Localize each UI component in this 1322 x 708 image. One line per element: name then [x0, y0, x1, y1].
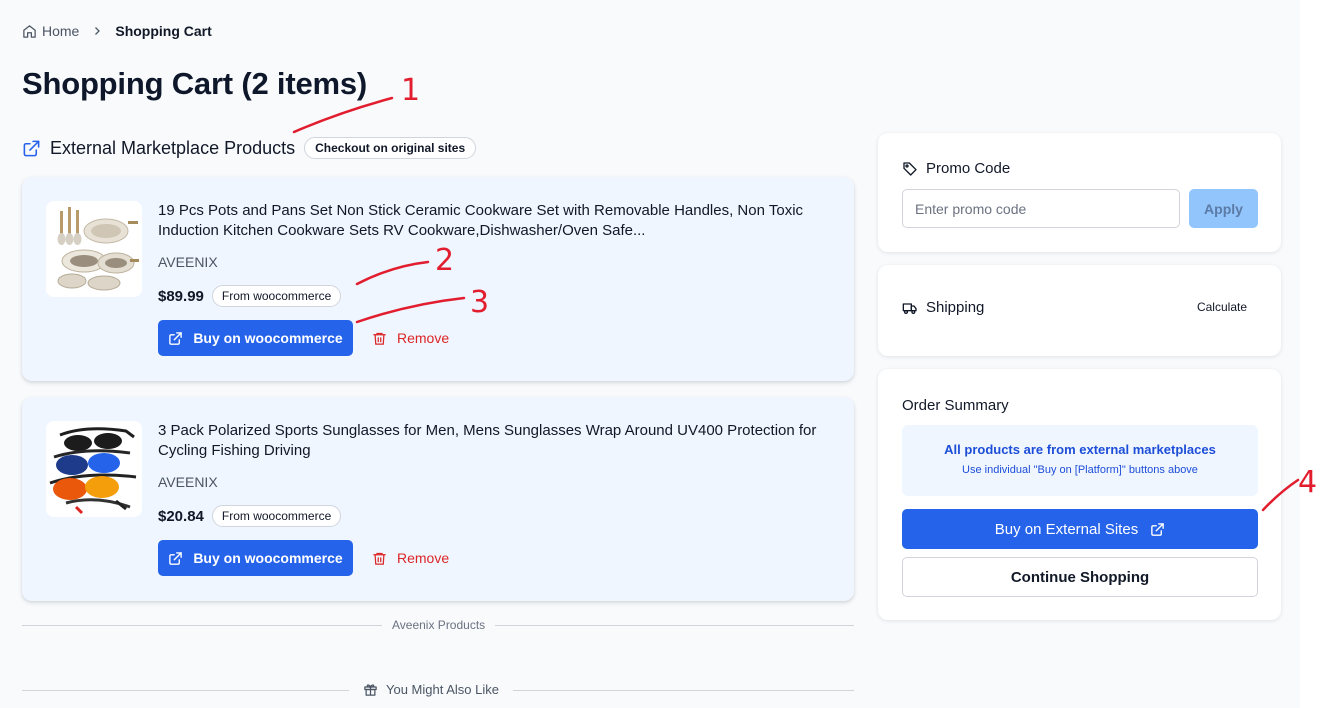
- price-row: $89.99 From woocommerce: [158, 285, 342, 307]
- tag-icon: [903, 161, 917, 176]
- cart-item: 3 Pack Polarized Sports Sunglasses for M…: [22, 397, 854, 601]
- remove-label: Remove: [397, 550, 450, 566]
- notice-subtitle: Use individual "Buy on [Platform]" butto…: [962, 464, 1198, 476]
- product-brand: AVEENIX: [158, 474, 218, 490]
- buy-on-platform-button[interactable]: Buy on woocommerce: [158, 320, 353, 356]
- price-row: $20.84 From woocommerce: [158, 505, 342, 527]
- cart-item: 19 Pcs Pots and Pans Set Non Stick Ceram…: [22, 177, 854, 381]
- remove-label: Remove: [397, 330, 450, 346]
- shipping-panel: Shipping Calculate: [878, 265, 1281, 356]
- trash-icon: [373, 552, 386, 565]
- trash-icon: [373, 332, 386, 345]
- calculate-shipping-button[interactable]: Calculate: [1197, 300, 1247, 314]
- promo-code-title: Promo Code: [926, 160, 1011, 177]
- external-link-icon: [1151, 522, 1165, 536]
- external-link-icon: [169, 331, 183, 345]
- external-link-icon: [169, 551, 183, 565]
- breadcrumb-home-label: Home: [42, 23, 80, 39]
- remove-button[interactable]: Remove: [372, 540, 449, 576]
- product-price: $89.99: [158, 287, 204, 305]
- product-image-cookware: [46, 201, 142, 297]
- promo-code-input[interactable]: [902, 189, 1180, 228]
- gift-icon: [364, 684, 377, 696]
- apply-button[interactable]: Apply: [1189, 189, 1258, 228]
- buy-external-label: Buy on External Sites: [994, 520, 1139, 538]
- notice-title: All products are from external marketpla…: [944, 442, 1216, 457]
- page-edge: [1300, 0, 1322, 708]
- aveenix-products-label: Aveenix Products: [382, 618, 496, 632]
- buy-button-label: Buy on woocommerce: [193, 330, 343, 346]
- buy-on-external-sites-button[interactable]: Buy on External Sites: [902, 509, 1258, 549]
- section-title: External Marketplace Products: [50, 137, 296, 158]
- product-brand: AVEENIX: [158, 254, 218, 270]
- order-summary-title: Order Summary: [902, 397, 1009, 414]
- truck-icon: [902, 302, 917, 314]
- promo-code-header: Promo Code: [902, 160, 1010, 177]
- product-image-sunglasses: [46, 421, 142, 517]
- page-title: Shopping Cart (2 items): [22, 66, 368, 101]
- shipping-title: Shipping: [926, 299, 985, 316]
- breadcrumb-home-link[interactable]: Home: [22, 23, 79, 39]
- remove-button[interactable]: Remove: [372, 320, 449, 356]
- you-might-also-like-label: You Might Also Like: [386, 682, 499, 697]
- external-link-icon: [23, 140, 40, 156]
- external-products-header: External Marketplace Products Checkout o…: [22, 136, 477, 160]
- promo-code-panel: Promo Code Apply: [878, 133, 1281, 252]
- breadcrumb-current: Shopping Cart: [115, 23, 212, 39]
- product-name[interactable]: 3 Pack Polarized Sports Sunglasses for M…: [158, 421, 818, 461]
- external-marketplace-notice: All products are from external marketpla…: [902, 425, 1258, 496]
- shipping-header: Shipping: [902, 299, 984, 316]
- chevron-right-icon: [91, 25, 103, 37]
- buy-button-label: Buy on woocommerce: [193, 550, 343, 566]
- product-price: $20.84: [158, 507, 204, 525]
- source-badge: From woocommerce: [211, 505, 342, 527]
- checkout-badge: Checkout on original sites: [304, 137, 477, 159]
- continue-shopping-button[interactable]: Continue Shopping: [902, 557, 1258, 597]
- home-icon: [23, 24, 36, 38]
- buy-on-platform-button[interactable]: Buy on woocommerce: [158, 540, 353, 576]
- order-summary-panel: Order Summary All products are from exte…: [878, 369, 1281, 620]
- product-name[interactable]: 19 Pcs Pots and Pans Set Non Stick Ceram…: [158, 201, 818, 241]
- you-might-also-like-header: You Might Also Like: [349, 682, 513, 697]
- source-badge: From woocommerce: [211, 285, 342, 307]
- breadcrumb: Home Shopping Cart: [22, 22, 212, 40]
